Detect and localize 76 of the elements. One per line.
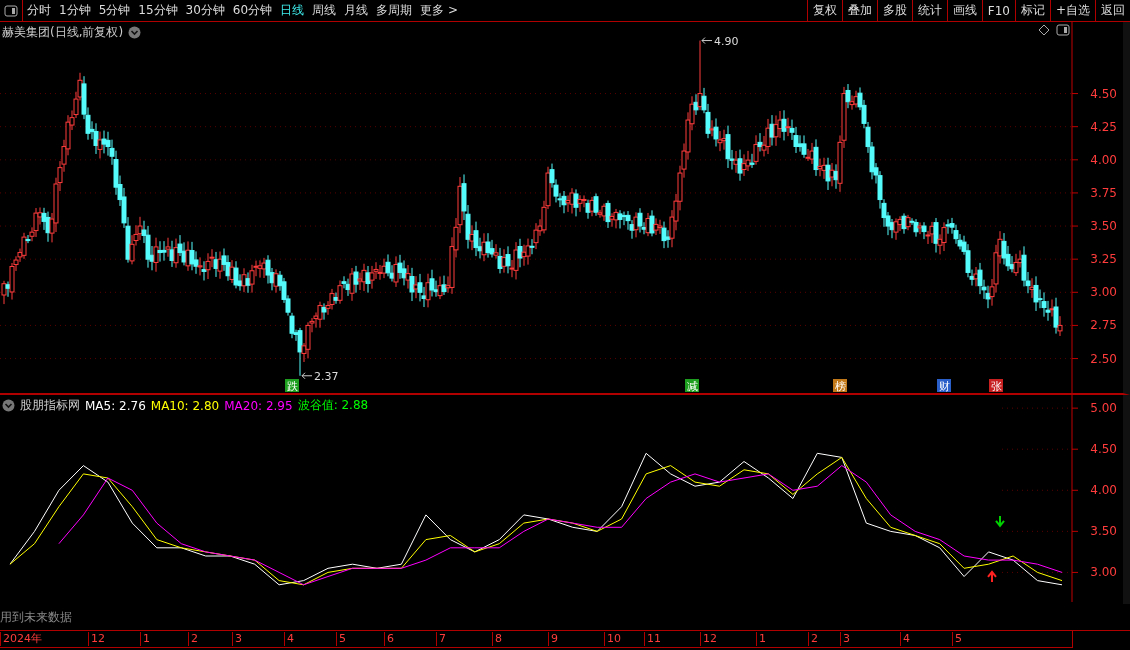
- indicator-name: 股朋指标网: [20, 397, 80, 414]
- date-axis-label: 11: [644, 632, 661, 646]
- toolbar-button[interactable]: 多股: [876, 0, 912, 21]
- date-axis-label: 2024年: [0, 632, 42, 646]
- legend-value: MA5: 2.76: [85, 398, 146, 413]
- legend-value: MA10: 2.80: [150, 398, 220, 413]
- event-label: 减: [686, 380, 698, 393]
- toolbar-button[interactable]: +自选: [1049, 0, 1095, 21]
- period-tab[interactable]: 30分钟: [181, 0, 229, 21]
- period-tab[interactable]: 更多 >: [416, 0, 462, 21]
- date-axis-label: 5: [952, 632, 962, 646]
- date-axis-label: 5: [336, 632, 346, 646]
- chart-title: 赫美集团(日线,前复权): [2, 24, 124, 41]
- price-axis-label: 3.50: [1090, 219, 1117, 234]
- event-label: 张: [990, 380, 1002, 393]
- panel-icon[interactable]: [1056, 24, 1070, 36]
- date-axis-label: 4: [900, 632, 910, 646]
- date-axis-label: 2: [808, 632, 818, 646]
- date-axis-label: 10: [604, 632, 621, 646]
- up-arrow-icon: [987, 570, 997, 583]
- price-axis-label: 2.50: [1090, 351, 1117, 366]
- legend-value: MA20: 2.95: [224, 398, 293, 413]
- panel-icon: [4, 4, 18, 17]
- indicator-axis-label: 4.00: [1090, 483, 1117, 498]
- low-price-label: 2.37: [314, 369, 339, 383]
- toolbar-button[interactable]: 统计: [911, 0, 947, 21]
- date-axis-label: 9: [548, 632, 558, 646]
- price-axis-label: 3.75: [1090, 185, 1117, 200]
- down-arrow-icon: [995, 514, 1005, 528]
- date-axis-label: 7: [436, 632, 446, 646]
- indicator-axis-label: 3.50: [1090, 524, 1117, 539]
- price-axis-label: 4.25: [1090, 119, 1117, 134]
- legend-value: 波谷值: 2.88: [297, 397, 369, 414]
- price-axis-label: 2.75: [1090, 318, 1117, 333]
- event-label: 财: [938, 380, 950, 393]
- indicator-axis-label: 3.00: [1090, 565, 1117, 580]
- indicator-axis-label: 4.50: [1090, 442, 1117, 457]
- pointer-icon: [301, 372, 313, 380]
- date-axis-label: 1: [140, 632, 150, 646]
- high-price-label: 4.90: [714, 34, 739, 48]
- price-axis-label: 4.50: [1090, 86, 1117, 101]
- toolbar-button[interactable]: 标记: [1014, 0, 1050, 21]
- period-tab[interactable]: 日线: [276, 0, 309, 21]
- period-tab[interactable]: 15分钟: [134, 0, 182, 21]
- date-axis-label: 8: [492, 632, 502, 646]
- toolbar-button[interactable]: F10: [981, 0, 1015, 21]
- date-axis-label: 1: [756, 632, 766, 646]
- toolbar-button[interactable]: 叠加: [841, 0, 877, 21]
- period-tab[interactable]: 月线: [340, 0, 373, 21]
- toolbar-button[interactable]: 复权: [806, 0, 842, 21]
- date-axis-label: 12: [700, 632, 717, 646]
- event-label: 榜: [834, 380, 846, 393]
- event-label: 跌: [286, 380, 298, 393]
- price-axis-label: 3.25: [1090, 252, 1117, 267]
- warning-note: 用到未来数据: [0, 608, 72, 626]
- diamond-icon[interactable]: [1038, 24, 1050, 36]
- date-axis-label: 3: [232, 632, 242, 646]
- period-tab[interactable]: 多周期: [372, 0, 417, 21]
- date-axis-label: 6: [384, 632, 394, 646]
- period-tab[interactable]: 1分钟: [55, 0, 95, 21]
- indicator-axis-label: 5.00: [1090, 401, 1117, 416]
- dropdown-icon[interactable]: [128, 26, 142, 39]
- period-tab[interactable]: 60分钟: [228, 0, 277, 21]
- price-axis-label: 3.00: [1090, 285, 1117, 300]
- period-tab[interactable]: 5分钟: [94, 0, 135, 21]
- date-axis-label: 4: [284, 632, 294, 646]
- period-tab[interactable]: 分时: [23, 0, 55, 21]
- date-axis-label: 3: [840, 632, 850, 646]
- toolbar-button[interactable]: 返回: [1095, 0, 1130, 21]
- price-axis-label: 4.00: [1090, 152, 1117, 167]
- period-tab[interactable]: 周线: [308, 0, 341, 21]
- pointer-icon: [701, 37, 713, 45]
- date-axis-label: 12: [88, 632, 105, 646]
- date-axis-label: 2: [188, 632, 198, 646]
- dropdown-icon[interactable]: [2, 399, 15, 412]
- toolbar-button[interactable]: 画线: [946, 0, 982, 21]
